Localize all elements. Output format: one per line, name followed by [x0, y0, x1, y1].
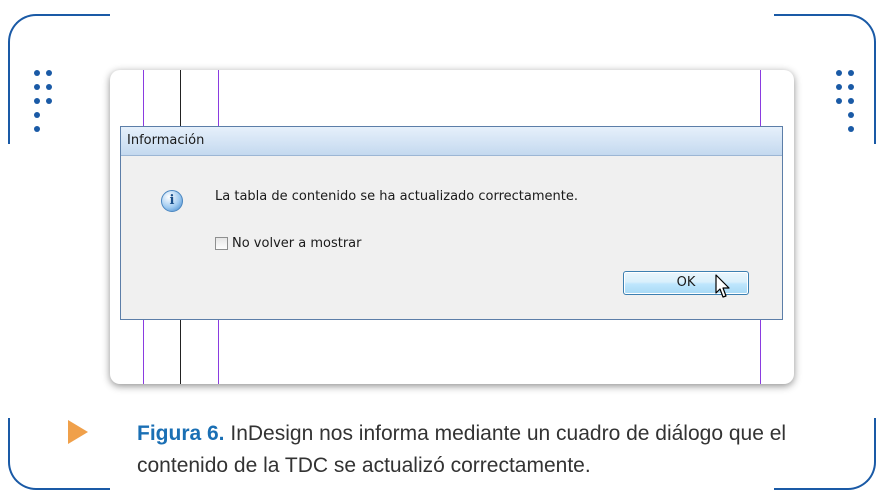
dialog-message: La tabla de contenido se ha actualizado …	[215, 189, 578, 204]
info-dialog: Información i La tabla de contenido se h…	[120, 126, 783, 320]
dots-decoration-left	[34, 70, 54, 134]
dialog-title: Información	[127, 133, 205, 148]
mouse-cursor-icon	[715, 274, 730, 298]
screenshot-panel: Información i La tabla de contenido se h…	[110, 70, 794, 384]
dots-decoration-right	[836, 70, 856, 134]
frame-corner-top-left	[8, 14, 110, 144]
dont-show-again-checkbox[interactable]	[215, 237, 228, 250]
frame-corner-bottom-left	[8, 418, 110, 490]
info-icon: i	[161, 190, 183, 212]
caption-text: InDesign nos informa mediante un cuadro …	[137, 422, 787, 477]
figure-caption: Figura 6. InDesign nos informa mediante …	[137, 418, 837, 482]
dialog-titlebar[interactable]: Información	[121, 127, 782, 156]
dont-show-again-label[interactable]: No volver a mostrar	[232, 236, 361, 251]
caption-arrow-icon	[68, 420, 88, 444]
figure-label: Figura 6.	[137, 422, 225, 445]
